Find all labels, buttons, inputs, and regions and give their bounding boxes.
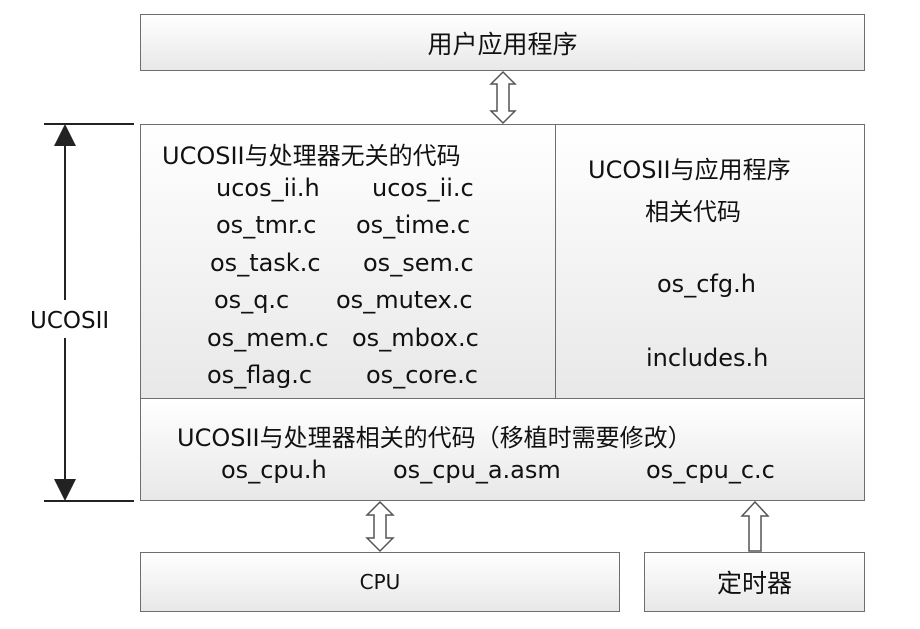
up-arrow-icon-timer [740,500,770,552]
double-arrow-icon-top [489,70,517,125]
bracket-arrow-up-icon [54,124,76,146]
connectors-layer [44,70,770,553]
double-arrow-icon-cpu [365,500,395,553]
bracket-arrow-down-icon [54,479,76,501]
